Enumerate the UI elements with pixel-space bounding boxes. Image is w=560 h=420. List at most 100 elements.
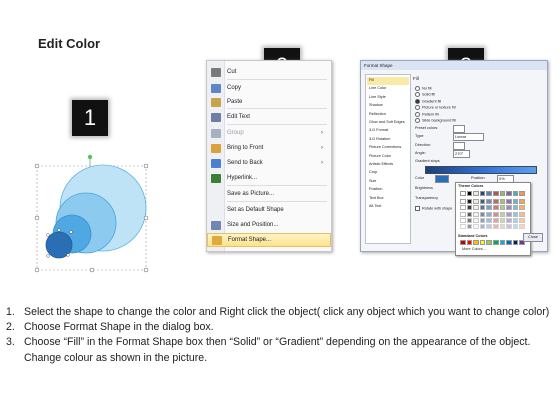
menu-item-bring-to-front[interactable]: Bring to Front › <box>207 141 331 155</box>
color-swatch[interactable] <box>519 217 525 223</box>
color-swatch[interactable] <box>512 205 519 211</box>
color-swatch[interactable] <box>506 199 512 205</box>
color-swatch[interactable] <box>479 199 486 205</box>
color-swatch[interactable] <box>519 205 525 211</box>
fill-option[interactable]: Gradient fill <box>415 98 441 104</box>
sidebar-item[interactable]: Alt Text <box>367 203 409 211</box>
color-swatch[interactable] <box>506 211 512 217</box>
sidebar-item[interactable]: Line Style <box>367 94 409 102</box>
sidebar-item[interactable]: 3-D Format <box>367 127 409 135</box>
gradient-stops-bar[interactable] <box>425 166 537 174</box>
color-swatch[interactable] <box>486 224 492 229</box>
rotate-checkbox[interactable]: Rotate with shape <box>415 206 452 211</box>
sidebar-item[interactable]: Shadow <box>367 102 409 110</box>
color-swatch[interactable] <box>479 240 486 245</box>
color-swatch[interactable] <box>512 224 519 229</box>
color-swatch[interactable] <box>479 217 486 223</box>
color-swatch[interactable] <box>506 191 512 196</box>
menu-item-set-as-default-shape[interactable]: Set as Default Shape <box>207 203 331 217</box>
more-colors-link[interactable]: More Colors... <box>462 247 486 251</box>
color-swatch[interactable] <box>519 211 525 217</box>
color-swatch[interactable] <box>460 240 466 245</box>
color-swatch[interactable] <box>479 224 486 229</box>
color-swatch[interactable] <box>460 191 466 196</box>
color-swatch[interactable] <box>486 211 492 217</box>
fill-option[interactable]: No fill <box>415 86 432 91</box>
sidebar-item[interactable]: Size <box>367 178 409 186</box>
color-swatch[interactable] <box>473 205 479 211</box>
color-swatch[interactable] <box>499 191 506 196</box>
color-swatch[interactable] <box>473 217 479 223</box>
color-swatch[interactable] <box>506 217 512 223</box>
color-swatch[interactable] <box>519 191 525 196</box>
color-swatch[interactable] <box>493 205 499 211</box>
fill-option[interactable]: Pattern fill <box>415 111 439 117</box>
color-picker-button[interactable] <box>435 175 449 183</box>
color-swatch[interactable] <box>486 191 492 196</box>
color-swatch[interactable] <box>499 224 506 229</box>
color-swatch[interactable] <box>473 199 479 205</box>
sidebar-item[interactable]: Fill <box>367 77 409 85</box>
color-swatch[interactable] <box>460 199 466 205</box>
color-swatch[interactable] <box>512 191 519 196</box>
color-swatch[interactable] <box>499 240 506 245</box>
sidebar-item[interactable]: Picture Color <box>367 153 409 161</box>
color-swatch[interactable] <box>499 205 506 211</box>
angle-input[interactable]: 270° <box>453 150 470 158</box>
nested-circles-shape[interactable] <box>30 150 160 275</box>
color-swatch[interactable] <box>486 199 492 205</box>
color-swatch[interactable] <box>499 211 506 217</box>
sidebar-item[interactable]: Reflection <box>367 111 409 119</box>
type-dropdown[interactable]: Linear <box>453 133 484 141</box>
color-swatch[interactable] <box>479 211 486 217</box>
color-swatch[interactable] <box>460 205 466 211</box>
menu-item-cut[interactable]: Cut <box>207 65 331 79</box>
color-swatch[interactable] <box>479 205 486 211</box>
color-swatch[interactable] <box>466 217 473 223</box>
menu-item-hyperlink[interactable]: Hyperlink... <box>207 171 331 185</box>
color-swatch[interactable] <box>493 211 499 217</box>
sidebar-item[interactable]: Line Color <box>367 85 409 93</box>
sidebar-item[interactable]: Picture Corrections <box>367 144 409 152</box>
preset-dropdown[interactable] <box>453 125 465 133</box>
rotation-handle[interactable] <box>87 154 93 160</box>
color-swatch[interactable] <box>512 217 519 223</box>
close-button[interactable]: Close <box>523 233 543 242</box>
color-swatch[interactable] <box>466 211 473 217</box>
menu-item-edit-text[interactable]: Edit Text <box>207 110 331 124</box>
color-swatch[interactable] <box>493 199 499 205</box>
color-swatch[interactable] <box>519 199 525 205</box>
menu-item-paste[interactable]: Paste <box>207 95 331 109</box>
menu-item-send-to-back[interactable]: Send to Back › <box>207 156 331 170</box>
color-swatch[interactable] <box>466 240 473 245</box>
color-swatch[interactable] <box>460 211 466 217</box>
color-swatch[interactable] <box>519 224 525 229</box>
direction-dropdown[interactable] <box>453 142 465 150</box>
menu-item-format-shape[interactable]: Format Shape... <box>207 233 331 247</box>
color-swatch[interactable] <box>466 205 473 211</box>
color-swatch[interactable] <box>479 191 486 196</box>
color-swatch[interactable] <box>506 224 512 229</box>
fill-option[interactable]: Picture or texture fill <box>415 105 456 111</box>
menu-item-save-as-picture[interactable]: Save as Picture... <box>207 187 331 201</box>
color-swatch[interactable] <box>506 205 512 211</box>
color-swatch[interactable] <box>512 199 519 205</box>
color-swatch[interactable] <box>506 240 512 245</box>
color-swatch[interactable] <box>486 240 492 245</box>
color-swatch[interactable] <box>460 217 466 223</box>
menu-item-copy[interactable]: Copy <box>207 81 331 95</box>
color-swatch[interactable] <box>499 199 506 205</box>
color-swatch[interactable] <box>473 191 479 196</box>
sidebar-item[interactable]: Artistic Effects <box>367 161 409 169</box>
color-swatch[interactable] <box>493 240 499 245</box>
color-swatch[interactable] <box>493 224 499 229</box>
color-swatch[interactable] <box>493 217 499 223</box>
color-swatch[interactable] <box>512 240 519 245</box>
color-swatch[interactable] <box>466 191 473 196</box>
color-swatch[interactable] <box>473 211 479 217</box>
color-swatch[interactable] <box>512 211 519 217</box>
color-swatch[interactable] <box>473 240 479 245</box>
sidebar-item[interactable]: Text Box <box>367 195 409 203</box>
color-swatch[interactable] <box>466 199 473 205</box>
color-swatch[interactable] <box>466 224 473 229</box>
